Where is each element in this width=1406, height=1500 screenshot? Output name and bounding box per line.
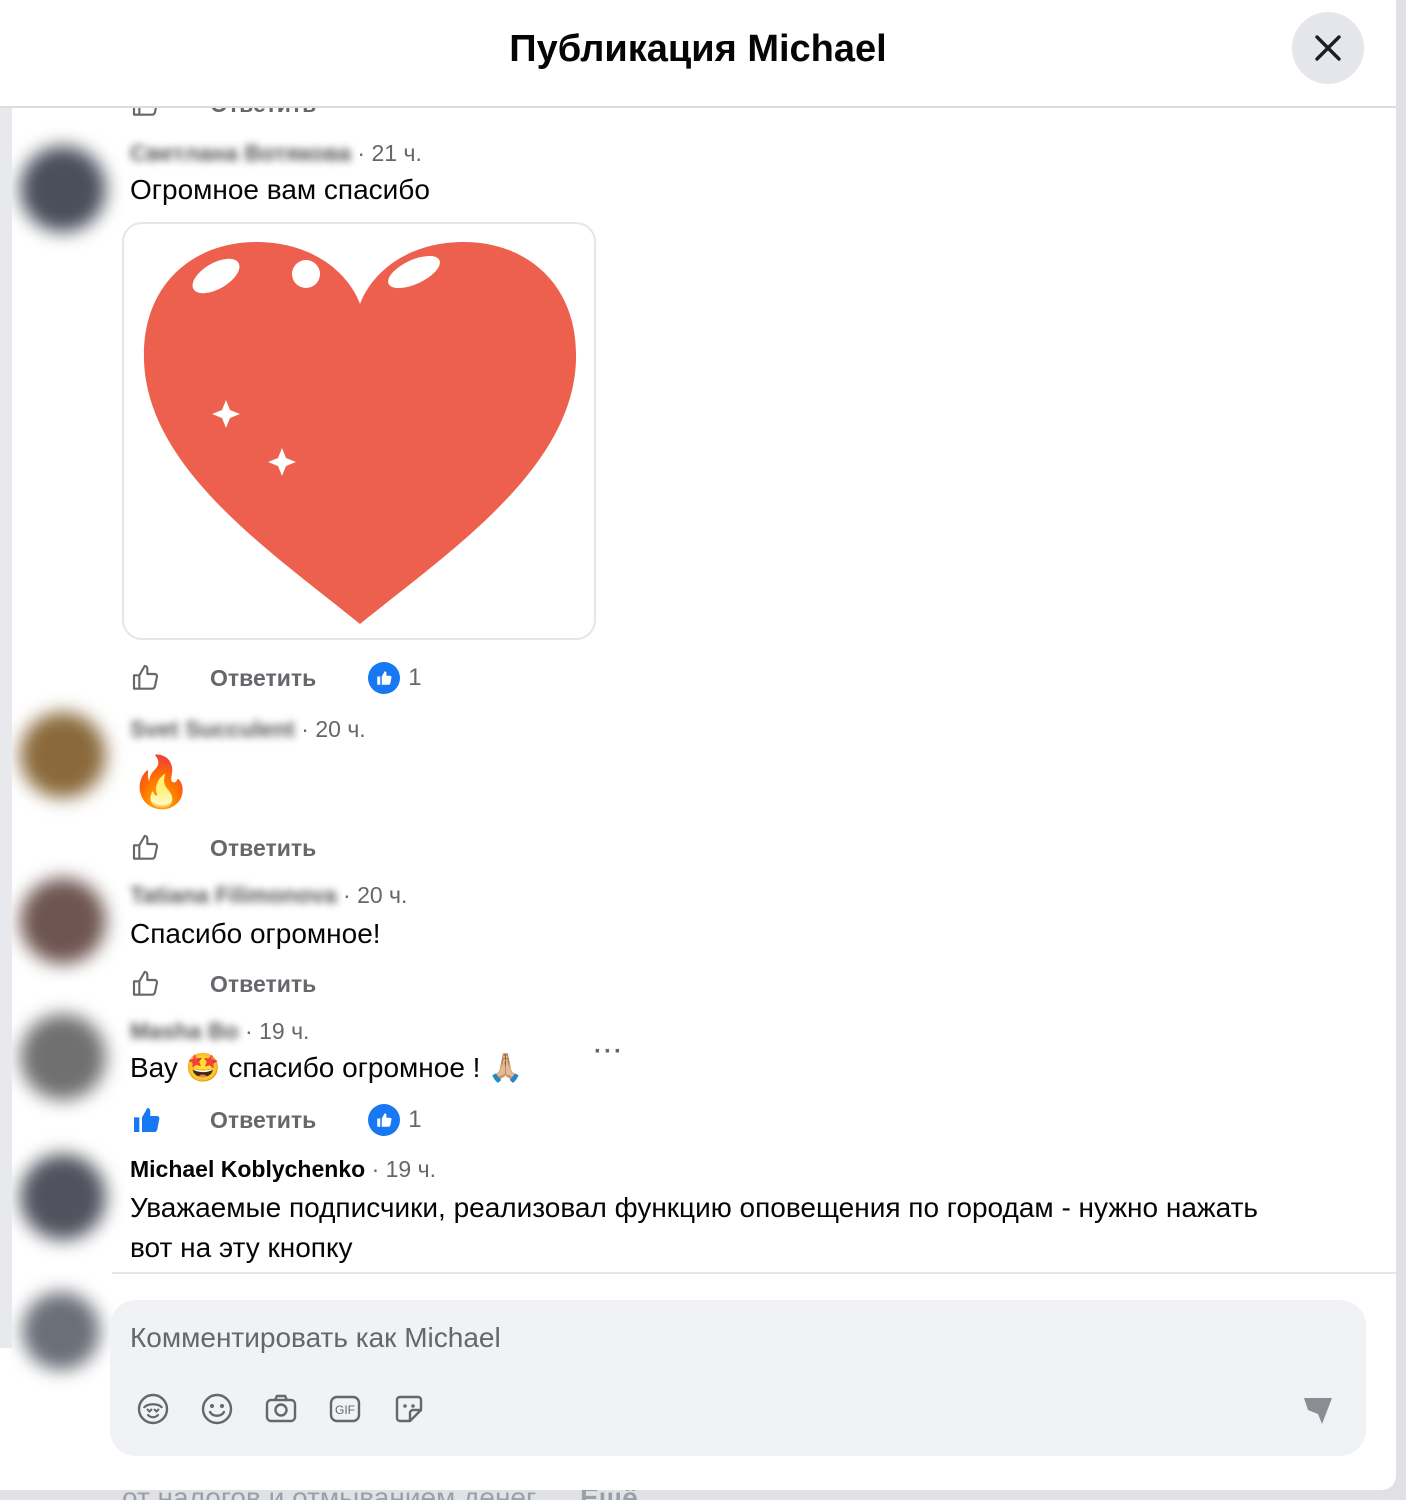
comment-actions: Ответить [130,830,316,866]
reaction-count: 1 [408,1106,422,1133]
comment-text: Уважаемые подписчики, реализовал функцию… [130,1192,1258,1263]
comment-meta: Svet Succulent · 20 ч. [130,716,366,743]
composer-divider [112,1272,1396,1274]
reply-link[interactable]: Ответить [210,108,316,118]
comment-meta: Светлана Вотякова · 21 ч. [130,140,422,167]
like-icon[interactable] [130,108,162,120]
comment-time[interactable]: 19 ч. [259,1018,309,1044]
comment-author[interactable]: Светлана Вотякова [130,140,351,166]
avatar[interactable] [20,878,106,964]
avatar[interactable] [22,1292,100,1370]
modal-title: Публикация Michael [509,28,887,70]
reaction-count: 1 [408,664,422,691]
comment-author[interactable]: Tatiana Filimonova [130,882,337,908]
comment-meta: Masha Bo · 19 ч. [130,1018,309,1045]
heart-sticker[interactable] [122,222,596,640]
like-icon[interactable] [130,968,162,1000]
avatar[interactable] [20,1014,106,1100]
comment-options-button[interactable]: ··· [594,1038,624,1066]
comment-time[interactable]: 20 ч. [315,716,365,742]
gif-icon: GIF [329,1395,361,1423]
comment-author[interactable]: Svet Succulent [130,716,295,742]
close-button[interactable] [1292,12,1364,84]
comment-time[interactable]: 21 ч. [371,140,421,166]
meta-dot: · [357,140,372,166]
reply-link[interactable]: Ответить [210,971,316,998]
like-reaction-icon [368,662,401,694]
meta-dot: · [343,882,358,908]
avatar-icon [137,1393,169,1425]
comment-meta: Tatiana Filimonova · 20 ч. [130,882,407,909]
comment-emoji: 🔥 [130,754,193,810]
reply-link[interactable]: Ответить [210,665,316,692]
comment-time[interactable]: 20 ч. [357,882,407,908]
comment-actions: Ответить 1 [130,660,422,696]
reaction-summary[interactable]: 1 [368,662,422,694]
comment-text: Спасибо огромное! [130,918,381,949]
comment-text: Вау 🤩 спасибо огромное ! 🙏🏼 [130,1052,524,1083]
like-reaction-icon [368,1104,401,1136]
close-icon [1315,35,1341,61]
sticker-button[interactable] [390,1390,428,1428]
comment-author[interactable]: Michael Koblychenko [130,1156,365,1182]
svg-text:GIF: GIF [335,1403,355,1417]
comments-list[interactable]: Ответить Светлана Вотякова · 21 ч. Огром… [0,108,1396,1272]
comment-text: Огромное вам спасибо [130,174,430,205]
modal-header: Публикация Michael [0,0,1396,108]
reply-link[interactable]: Ответить [210,1107,316,1134]
post-modal: Публикация Michael Ответить Светлана Вот… [0,0,1396,1490]
meta-dot: · [301,716,316,742]
comment-meta: Michael Koblychenko · 19 ч. [130,1156,436,1183]
avatar-column-strip [0,108,12,1348]
avatar[interactable] [20,712,106,798]
sticker-icon [395,1395,423,1423]
comment-actions: Ответить 1 [130,1102,422,1138]
avatar[interactable] [20,146,106,232]
like-filled-icon[interactable] [130,1104,162,1136]
comment-actions-partial: Ответить [130,108,316,122]
emoji-icon [201,1393,233,1425]
like-icon[interactable] [130,832,162,864]
send-icon[interactable] [1300,1392,1336,1428]
heart-sticker-image [143,242,577,624]
camera-icon [265,1394,297,1423]
comment-composer[interactable]: Комментировать как Michael GIF [110,1300,1366,1456]
avatar-sticker-button[interactable] [134,1390,172,1428]
comment-actions: Ответить [130,966,316,1002]
comment-input[interactable]: Комментировать как Michael [130,1322,501,1354]
reply-link[interactable]: Ответить [210,835,316,862]
meta-dot: · [245,1018,260,1044]
comment-time[interactable]: 19 ч. [386,1156,436,1182]
reaction-summary[interactable]: 1 [368,1104,422,1136]
comment-author[interactable]: Masha Bo [130,1018,239,1044]
photo-button[interactable] [262,1390,300,1428]
emoji-button[interactable] [198,1390,236,1428]
gif-button[interactable]: GIF [326,1390,364,1428]
meta-dot: · [371,1156,386,1182]
like-icon[interactable] [130,662,162,694]
avatar[interactable] [20,1154,106,1240]
